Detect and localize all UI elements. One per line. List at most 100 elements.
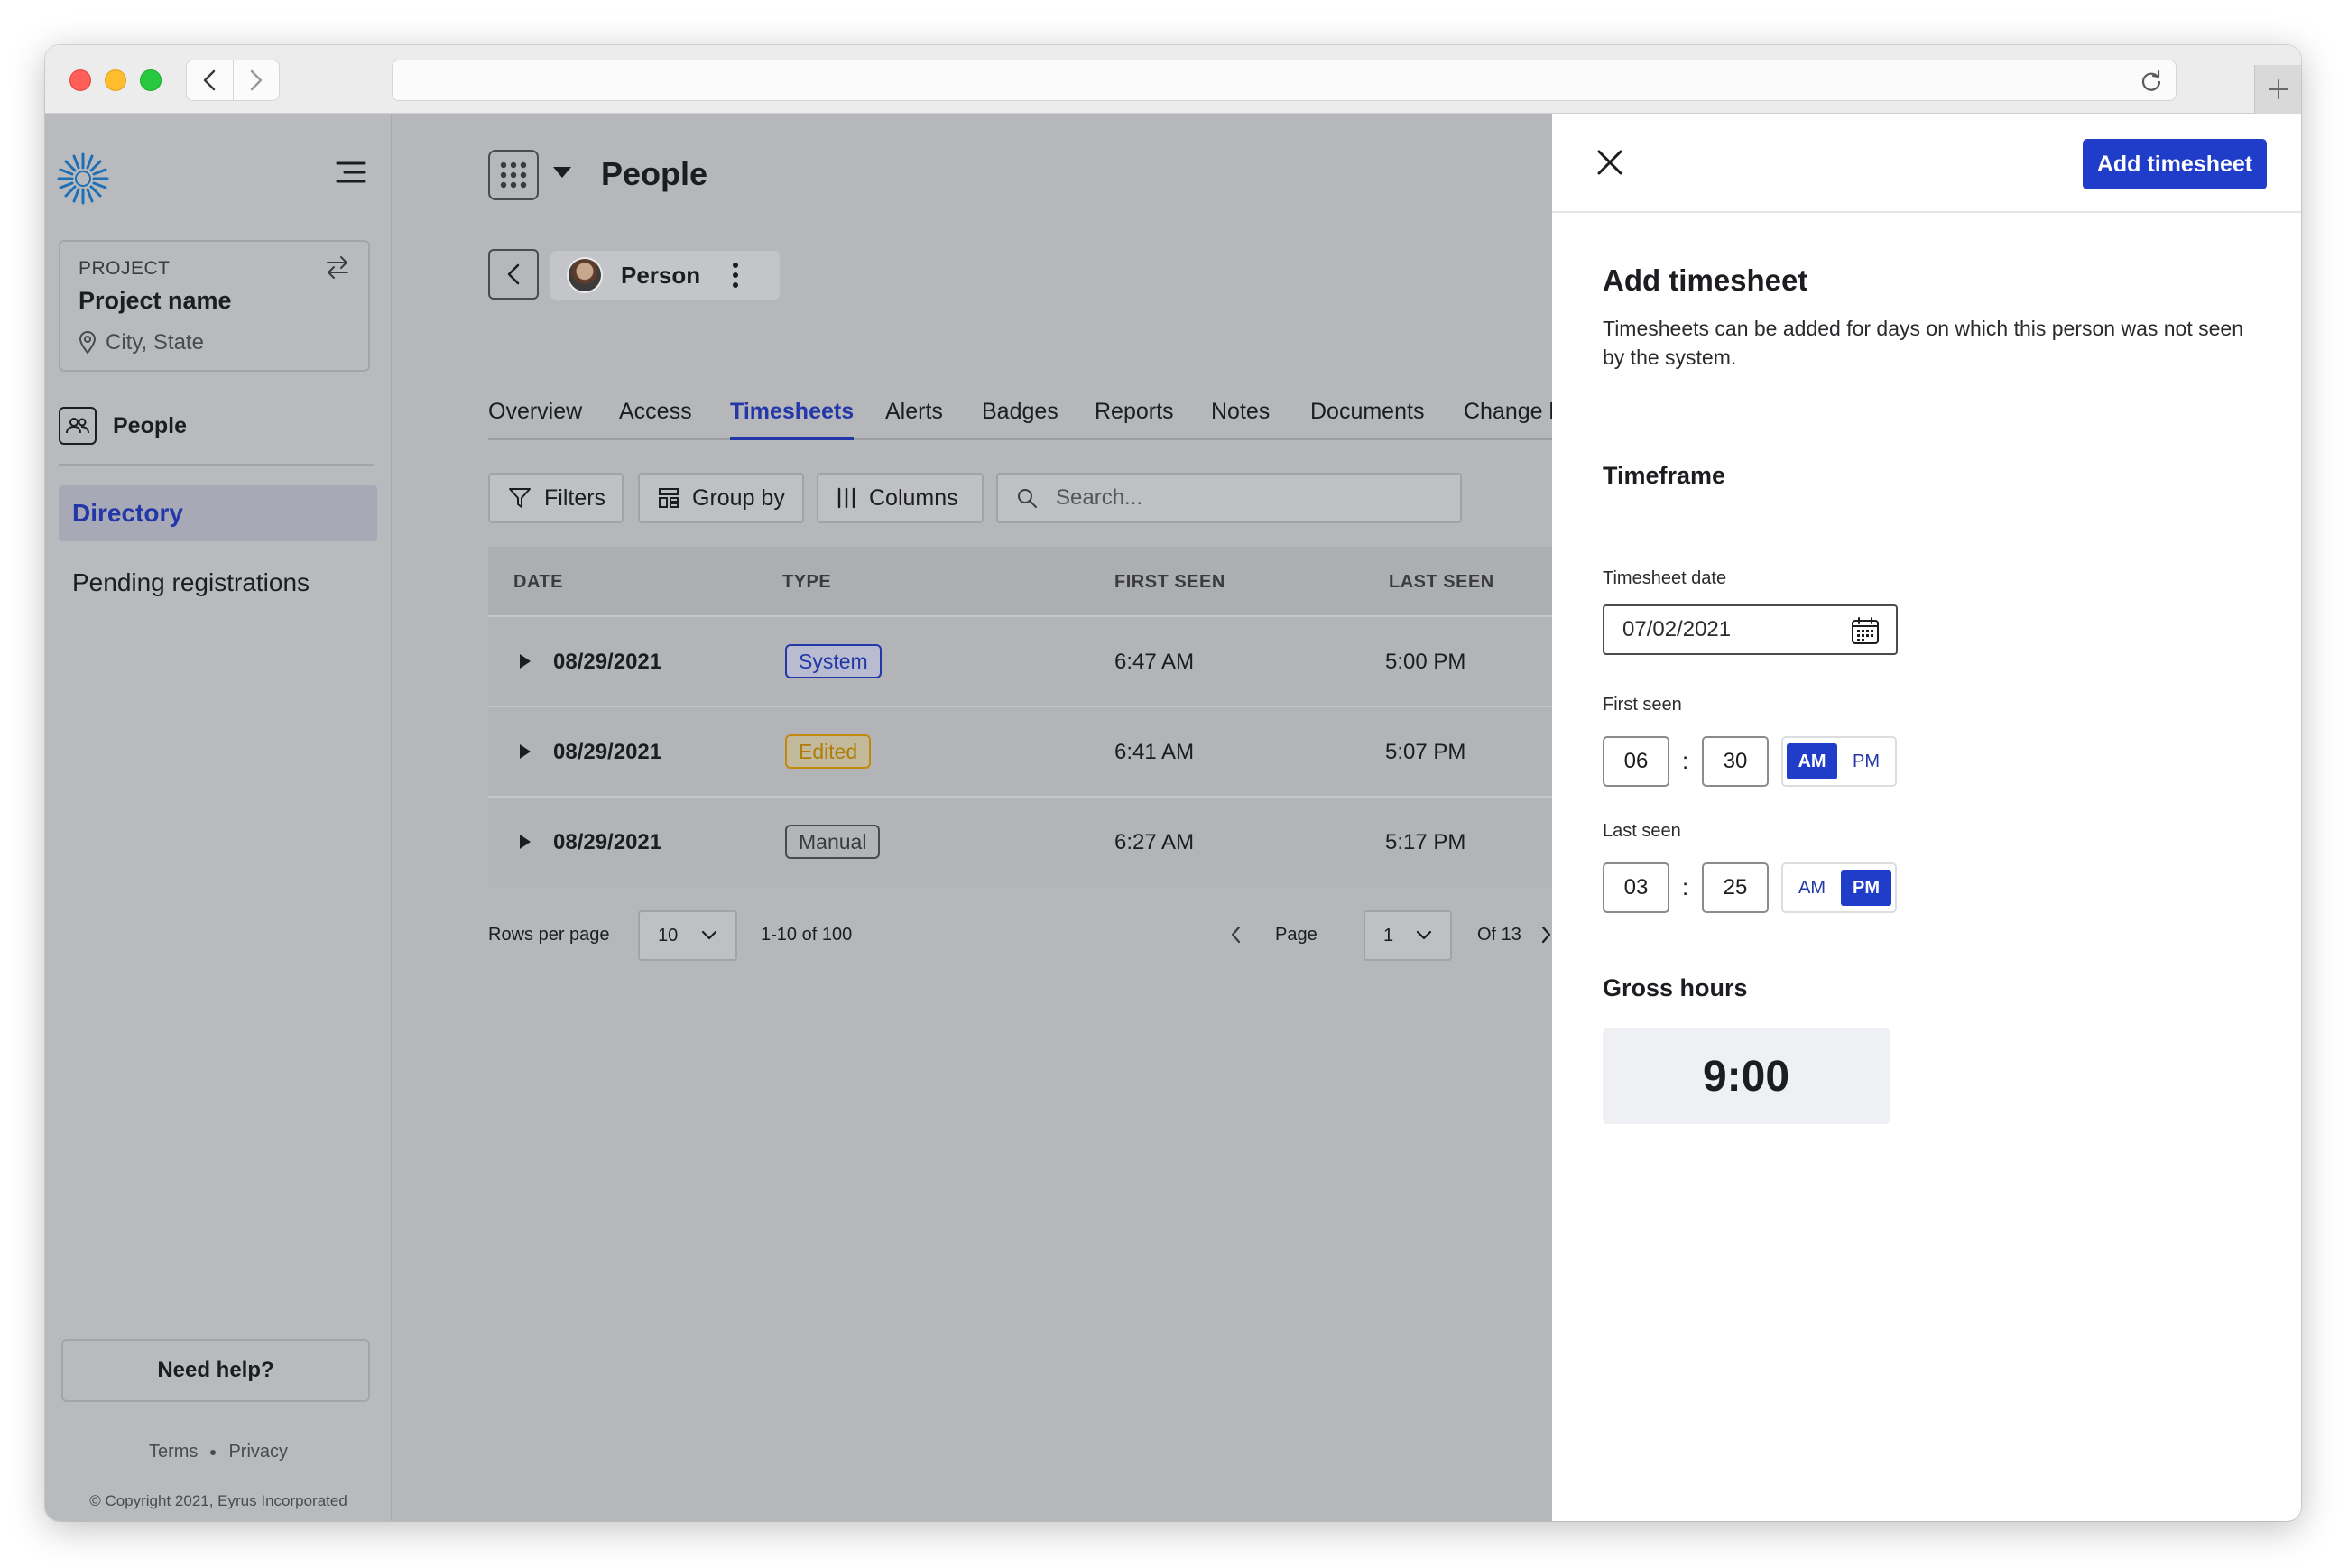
sidebar-section-label: People xyxy=(113,412,187,438)
person-chip[interactable]: Person xyxy=(550,251,780,300)
chevron-left-icon xyxy=(204,69,216,91)
time-separator: : xyxy=(1682,747,1689,774)
type-badge-system: System xyxy=(785,644,882,678)
table-row[interactable]: 08/29/2021 System 6:47 AM 5:00 PM xyxy=(488,617,1552,707)
filters-label: Filters xyxy=(544,484,606,511)
caret-down-icon[interactable] xyxy=(552,166,572,183)
people-icon xyxy=(59,407,97,445)
calendar-icon[interactable] xyxy=(1851,616,1880,651)
timesheets-table: DATE TYPE FIRST SEEN LAST SEEN 08/29/202… xyxy=(488,547,1552,888)
browser-forward-button[interactable] xyxy=(232,60,280,100)
group-by-label: Group by xyxy=(692,484,785,511)
first-seen-pm-option[interactable]: PM xyxy=(1841,743,1891,779)
search-input[interactable]: Search... xyxy=(996,473,1462,523)
group-by-button[interactable]: Group by xyxy=(638,473,804,523)
tab-badges[interactable]: Badges xyxy=(982,399,1058,440)
tab-reports[interactable]: Reports xyxy=(1095,399,1174,440)
expand-caret-icon[interactable] xyxy=(519,743,532,764)
first-seen-am-option[interactable]: AM xyxy=(1787,743,1837,779)
time-separator: : xyxy=(1682,873,1689,900)
timesheet-date-label: Timesheet date xyxy=(1603,568,1727,588)
brand-logo-icon[interactable] xyxy=(56,152,110,210)
first-seen-label: First seen xyxy=(1603,695,1682,715)
page-count: Of 13 xyxy=(1477,925,1521,945)
swap-arrows-icon[interactable] xyxy=(325,254,350,284)
timesheet-date-field[interactable]: 07/02/2021 xyxy=(1603,604,1898,655)
search-icon xyxy=(1018,489,1037,508)
hamburger-menu-icon[interactable] xyxy=(336,161,366,189)
gross-hours-heading: Gross hours xyxy=(1603,974,1748,1001)
row-date: 08/29/2021 xyxy=(553,740,662,764)
kebab-menu-icon[interactable] xyxy=(733,263,739,288)
project-location-text: City, State xyxy=(106,330,204,355)
browser-back-button[interactable] xyxy=(187,60,233,100)
type-badge-edited: Edited xyxy=(785,734,872,769)
panel-header: Add timesheet xyxy=(1552,114,2301,213)
gross-hours-value: 9:00 xyxy=(1603,1028,1890,1124)
new-tab-button[interactable] xyxy=(2254,65,2301,114)
table-row[interactable]: 08/29/2021 Edited 6:41 AM 5:07 PM xyxy=(488,707,1552,798)
add-timesheet-button[interactable]: Add timesheet xyxy=(2083,139,2267,189)
prev-page-button[interactable] xyxy=(1230,925,1241,949)
main-content: People Person Overview Access Timesheets… xyxy=(392,114,1579,1521)
row-last-seen: 5:00 PM xyxy=(1385,650,1466,674)
expand-caret-icon[interactable] xyxy=(519,653,532,674)
filters-button[interactable]: Filters xyxy=(488,473,624,523)
column-header-type[interactable]: TYPE xyxy=(782,572,831,593)
tab-alerts[interactable]: Alerts xyxy=(885,399,943,440)
sidebar-item-pending-registrations[interactable]: Pending registrations xyxy=(72,568,310,597)
zoom-window-button[interactable] xyxy=(140,69,162,91)
column-header-first-seen[interactable]: FIRST SEEN xyxy=(1114,572,1225,593)
terms-link[interactable]: Terms xyxy=(149,1442,198,1462)
chevron-right-icon xyxy=(250,69,262,91)
last-seen-hour-input[interactable]: 03 xyxy=(1603,862,1669,913)
map-pin-icon xyxy=(79,331,97,355)
first-seen-minute-input[interactable]: 30 xyxy=(1702,736,1769,787)
next-page-button[interactable] xyxy=(1541,925,1552,949)
address-bar[interactable] xyxy=(392,60,2177,101)
columns-button[interactable]: Columns xyxy=(817,473,984,523)
panel-title: Add timesheet xyxy=(1603,263,1808,297)
filter-funnel-icon xyxy=(509,488,531,508)
last-seen-minute-input[interactable]: 25 xyxy=(1702,862,1769,913)
column-header-date[interactable]: DATE xyxy=(513,572,563,593)
reload-icon[interactable] xyxy=(2140,69,2163,97)
tab-overview[interactable]: Overview xyxy=(488,399,582,440)
tab-access[interactable]: Access xyxy=(619,399,692,440)
column-header-last-seen[interactable]: LAST SEEN xyxy=(1389,572,1494,593)
sidebar-item-directory[interactable]: Directory xyxy=(59,485,377,541)
last-seen-pm-option[interactable]: PM xyxy=(1841,870,1891,906)
page-label: Page xyxy=(1275,925,1317,945)
first-seen-hour-input[interactable]: 06 xyxy=(1603,736,1669,787)
tab-timesheets[interactable]: Timesheets xyxy=(730,399,855,440)
close-window-button[interactable] xyxy=(69,69,91,91)
privacy-link[interactable]: Privacy xyxy=(228,1442,288,1462)
rows-per-page-select[interactable]: 10 xyxy=(638,910,737,961)
app-launcher-button[interactable] xyxy=(488,150,539,200)
chevron-left-icon xyxy=(507,263,520,285)
row-first-seen: 6:41 AM xyxy=(1114,740,1195,764)
search-placeholder: Search... xyxy=(1056,485,1143,510)
type-badge-manual: Manual xyxy=(785,825,881,859)
expand-caret-icon[interactable] xyxy=(519,834,532,854)
page-select[interactable]: 1 xyxy=(1364,910,1452,961)
timeframe-heading: Timeframe xyxy=(1603,462,1726,489)
project-eyebrow: PROJECT xyxy=(79,258,171,279)
tab-notes[interactable]: Notes xyxy=(1211,399,1270,440)
back-button[interactable] xyxy=(488,249,539,300)
chevron-right-icon xyxy=(1541,926,1551,944)
last-seen-label: Last seen xyxy=(1603,821,1681,841)
need-help-button[interactable]: Need help? xyxy=(61,1339,370,1402)
chevron-down-icon xyxy=(1416,930,1432,940)
minimize-window-button[interactable] xyxy=(105,69,126,91)
row-first-seen: 6:27 AM xyxy=(1114,830,1195,854)
range-text: 1-10 of 100 xyxy=(761,925,853,945)
tab-documents[interactable]: Documents xyxy=(1310,399,1424,440)
project-location: City, State xyxy=(79,330,204,355)
last-seen-am-option[interactable]: AM xyxy=(1787,870,1837,906)
project-switcher[interactable]: PROJECT Project name City, State xyxy=(59,240,370,372)
sidebar-section-people[interactable]: People xyxy=(59,407,187,445)
table-row[interactable]: 08/29/2021 Manual 6:27 AM 5:17 PM xyxy=(488,798,1552,888)
row-date: 08/29/2021 xyxy=(553,650,662,674)
close-panel-button[interactable] xyxy=(1594,146,1626,179)
